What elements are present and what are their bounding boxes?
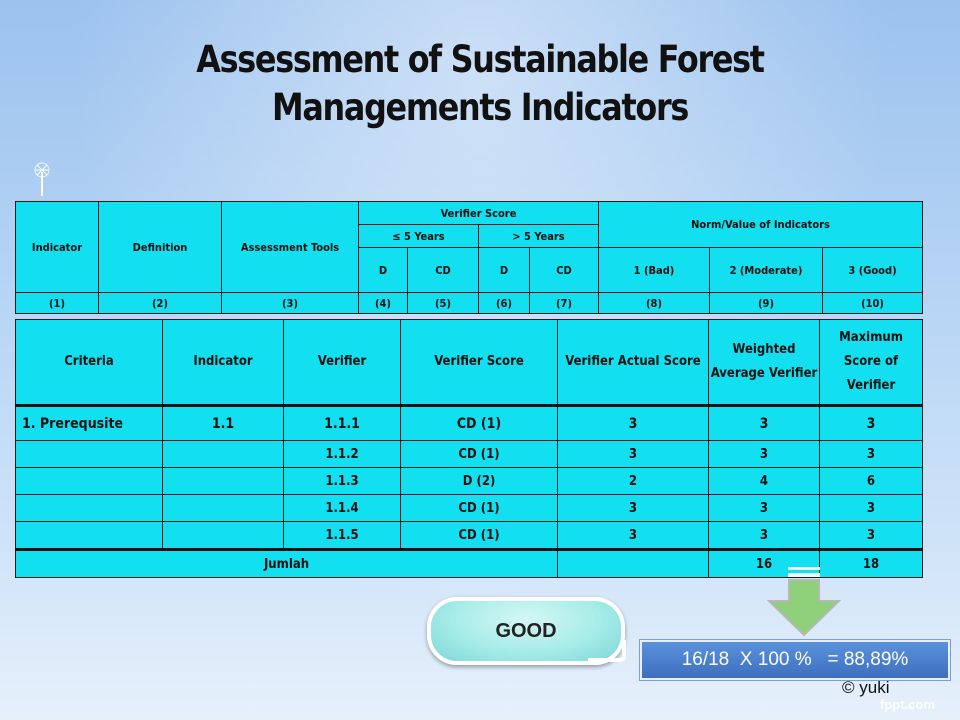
cell-actual-score: 3: [557, 404, 709, 441]
header-maximum-score: Maximum Score of Verifier: [819, 319, 923, 406]
cell-verifier-score: D (2): [400, 467, 558, 495]
cell-criteria: [15, 467, 163, 495]
cell-indicator: [162, 494, 284, 522]
cell-verifier-score: CD (1): [400, 440, 558, 468]
header-bad: 1 (Bad): [598, 247, 710, 293]
table-row: 1.1.2 CD (1) 3 3 3: [15, 440, 923, 468]
cell-max: 6: [819, 467, 923, 495]
header-verifier-score: Verifier Score: [358, 201, 599, 225]
cell-indicator: 1.1: [162, 404, 284, 441]
cell-verifier: 1.1.4: [283, 494, 401, 522]
column-number: (4): [358, 292, 408, 314]
header-verifier-actual-score: Verifier Actual Score: [557, 319, 709, 406]
header-norm-value: Norm/Value of Indicators: [598, 201, 923, 248]
speech-bubble-tail: [588, 640, 626, 662]
column-number: (5): [407, 292, 479, 314]
column-number: (9): [709, 292, 823, 314]
header-gt-5-years: > 5 Years: [478, 224, 599, 248]
table-row: 1.1.3 D (2) 2 4 6: [15, 467, 923, 495]
header-assessment-tools: Assessment Tools: [221, 201, 359, 293]
cell-criteria: [15, 440, 163, 468]
total-label: Jumlah: [15, 548, 558, 578]
column-number: (7): [529, 292, 599, 314]
total-empty-cell: [557, 548, 709, 578]
cell-max: 3: [819, 494, 923, 522]
cell-max: 3: [819, 521, 923, 550]
down-arrow-icon: [766, 567, 842, 637]
cell-verifier: 1.1.3: [283, 467, 401, 495]
dandelion-icon: [34, 162, 50, 196]
cell-criteria: 1. Prerequsite: [15, 404, 163, 441]
cell-verifier-score: CD (1): [400, 521, 558, 550]
cell-actual-score: 3: [557, 494, 709, 522]
indicator-norm-table: Indicator Definition Assessment Tools Ve…: [15, 201, 923, 314]
cell-weighted: 3: [708, 494, 820, 522]
header-definition: Definition: [98, 201, 222, 293]
header-indicator: Indicator: [162, 319, 284, 406]
score-result-box: 16/18 X 100 % = 88,89%: [640, 640, 950, 680]
header-verifier: Verifier: [283, 319, 401, 406]
cell-verifier-score: CD (1): [400, 404, 558, 441]
author-credit: © yuki: [842, 678, 890, 697]
cell-criteria: [15, 521, 163, 550]
table-row: 1.1.4 CD (1) 3 3 3: [15, 494, 923, 522]
cell-weighted: 3: [708, 440, 820, 468]
header-d-1: D: [358, 247, 408, 293]
cell-verifier: 1.1.1: [283, 404, 401, 441]
header-verifier-score: Verifier Score: [400, 319, 558, 406]
column-number: (1): [15, 292, 99, 314]
header-d-2: D: [478, 247, 530, 293]
cell-verifier: 1.1.5: [283, 521, 401, 550]
column-number: (3): [221, 292, 359, 314]
cell-actual-score: 2: [557, 467, 709, 495]
header-indicator: Indicator: [15, 201, 99, 293]
column-number: (10): [822, 292, 923, 314]
header-moderate: 2 (Moderate): [709, 247, 823, 293]
cell-indicator: [162, 467, 284, 495]
header-cd-1: CD: [407, 247, 479, 293]
cell-verifier-score: CD (1): [400, 494, 558, 522]
cell-indicator: [162, 521, 284, 550]
cell-criteria: [15, 494, 163, 522]
cell-max: 3: [819, 404, 923, 441]
watermark: fppt.com: [880, 697, 935, 712]
cell-weighted: 3: [708, 521, 820, 550]
table-row: 1.1.5 CD (1) 3 3 3: [15, 521, 923, 550]
cell-actual-score: 3: [557, 440, 709, 468]
column-number: (6): [478, 292, 530, 314]
cell-weighted: 3: [708, 404, 820, 441]
cell-weighted: 4: [708, 467, 820, 495]
header-le-5-years: ≤ 5 Years: [358, 224, 479, 248]
page-title: Assessment of Sustainable Forest Managem…: [196, 38, 765, 129]
header-good: 3 (Good): [822, 247, 923, 293]
column-number: (8): [598, 292, 710, 314]
verifier-score-table: Criteria Indicator Verifier Verifier Sco…: [15, 319, 923, 578]
cell-indicator: [162, 440, 284, 468]
cell-actual-score: 3: [557, 521, 709, 550]
table-row: 1. Prerequsite 1.1 1.1.1 CD (1) 3 3 3: [15, 404, 923, 441]
header-criteria: Criteria: [15, 319, 163, 406]
column-number: (2): [98, 292, 222, 314]
cell-max: 3: [819, 440, 923, 468]
cell-verifier: 1.1.2: [283, 440, 401, 468]
header-cd-2: CD: [529, 247, 599, 293]
header-weighted-average-verifier: Weighted Average Verifier: [708, 319, 820, 406]
